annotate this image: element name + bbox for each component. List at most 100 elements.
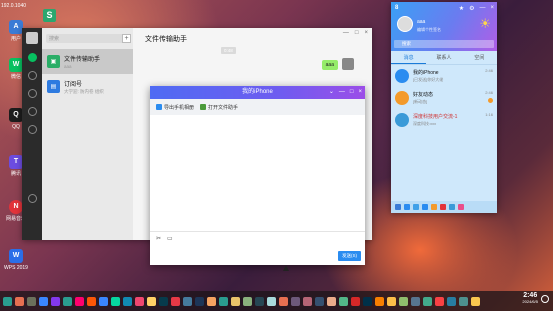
photo-icon — [156, 104, 162, 110]
taskbar-app-icon[interactable] — [75, 296, 84, 306]
qq-header: 8 ★ ⚙ — × aaa 编辑个性签名 ☀ 搜索 — [391, 2, 497, 51]
taskbar-app-icon[interactable] — [279, 296, 288, 306]
gear-icon[interactable]: ⚙ — [469, 5, 474, 12]
taskbar-app-icon[interactable] — [63, 296, 72, 306]
app-grid-icon[interactable] — [458, 204, 464, 210]
taskbar-app-icon[interactable] — [471, 296, 480, 306]
favorites-nav-icon[interactable] — [27, 89, 37, 98]
contacts-nav-icon[interactable] — [27, 71, 37, 80]
taskbar-app-icon[interactable] — [159, 296, 168, 306]
taskbar-app-icon[interactable] — [183, 296, 192, 306]
taskbar-app-icon[interactable] — [219, 296, 228, 306]
open-file-helper-button[interactable]: 打开文件助手 — [200, 104, 238, 111]
dialog-toolbar: 导出手机相册 打开文件助手 — [150, 99, 365, 115]
taskbar-app-icon[interactable] — [303, 296, 312, 306]
menu-icon[interactable] — [395, 204, 401, 210]
taskbar-app-icon[interactable] — [3, 296, 12, 306]
taskbar-app-icon[interactable] — [147, 296, 156, 306]
wechat-search-input[interactable]: 搜索 — [46, 34, 129, 43]
settings-nav-icon[interactable] — [27, 194, 37, 203]
chat-nav-icon[interactable] — [27, 53, 37, 62]
taskbar-app-icon[interactable] — [231, 296, 240, 306]
message-area[interactable] — [150, 115, 365, 232]
tencent-icon: T — [9, 155, 23, 169]
taskbar-app-icon[interactable] — [339, 296, 348, 306]
taskbar-app-icon[interactable] — [87, 296, 96, 306]
taskbar-app-icon[interactable] — [447, 296, 456, 306]
clock[interactable]: 2:46 2024/6/5 — [522, 292, 538, 305]
taskbar-app-icon[interactable] — [111, 296, 120, 306]
maximize-button[interactable]: □ — [350, 86, 354, 99]
close-button[interactable]: × — [358, 86, 362, 99]
close-button[interactable]: × — [364, 30, 368, 36]
my-avatar[interactable] — [342, 58, 354, 70]
chat-item-file-transfer[interactable]: ▣ 文件传输助手 aaa — [42, 49, 133, 74]
taskbar-app-icon[interactable] — [243, 296, 252, 306]
files-nav-icon[interactable] — [27, 107, 37, 116]
game-icon[interactable] — [440, 204, 446, 210]
tab-messages[interactable]: 消息 — [391, 51, 427, 64]
qq-item-preview: 深度科技:xxx — [413, 121, 437, 126]
taskbar-app-icon[interactable] — [39, 296, 48, 306]
wechat-avatar[interactable] — [26, 32, 38, 44]
taskbar-app-icon[interactable] — [387, 296, 396, 306]
qq-signature[interactable]: 编辑个性签名 — [417, 27, 441, 33]
top-app-icon[interactable]: S — [43, 9, 56, 22]
power-icon[interactable] — [541, 295, 549, 303]
system-tray: 2:46 2024/6/5 — [522, 292, 549, 305]
qq-item-friend-feed[interactable]: 好友动态 [新动态] 2:46 — [391, 87, 497, 109]
taskbar-app-icon[interactable] — [399, 296, 408, 306]
send-button[interactable]: 发送(S) — [338, 251, 361, 261]
tab-space[interactable]: 空间 — [462, 51, 497, 64]
tab-contacts[interactable]: 联系人 — [426, 51, 461, 64]
contacts-icon[interactable] — [404, 204, 410, 210]
chat-item-subscriptions[interactable]: ▤ 订阅号 大学迎: 防内卷 组织 — [42, 74, 133, 99]
taskbar-app-icon[interactable] — [15, 296, 24, 306]
taskbar-app-icon[interactable] — [27, 296, 36, 306]
taskbar-app-icon[interactable] — [207, 296, 216, 306]
taskbar-app-icon[interactable] — [195, 296, 204, 306]
star-icon[interactable]: ★ — [459, 5, 464, 12]
taskbar-app-icon[interactable] — [411, 296, 420, 306]
headphones-icon[interactable] — [422, 204, 428, 210]
add-chat-button[interactable]: + — [122, 34, 131, 43]
taskbar-app-icon[interactable] — [267, 296, 276, 306]
taskbar-app-icon[interactable] — [315, 296, 324, 306]
taskbar-app-icon[interactable] — [423, 296, 432, 306]
taskbar-app-icon[interactable] — [171, 296, 180, 306]
qq-nickname[interactable]: aaa — [417, 19, 425, 25]
close-button[interactable]: × — [490, 5, 494, 12]
qq-search-input[interactable]: 搜索 — [394, 40, 494, 48]
moments-nav-icon[interactable] — [27, 125, 37, 134]
taskbar-app-icon[interactable] — [435, 296, 444, 306]
desktop-icon-wps[interactable]: W WPS 2019 — [4, 249, 28, 271]
maximize-button[interactable]: □ — [355, 30, 359, 36]
taskbar-app-icon[interactable] — [123, 296, 132, 306]
folder-icon[interactable] — [413, 204, 419, 210]
taskbar-app-icon[interactable] — [291, 296, 300, 306]
taskbar-app-icon[interactable] — [363, 296, 372, 306]
taskbar-app-icon[interactable] — [255, 296, 264, 306]
qq-avatar[interactable] — [397, 16, 413, 32]
minimize-button[interactable]: — — [479, 5, 485, 12]
taskbar-app-icon[interactable] — [351, 296, 360, 306]
cloud-icon[interactable] — [449, 204, 455, 210]
taskbar-app-icon[interactable] — [135, 296, 144, 306]
taskbar-app-icon[interactable] — [327, 296, 336, 306]
taskbar-app-icon[interactable] — [99, 296, 108, 306]
weather-sun-icon[interactable]: ☀ — [479, 16, 491, 32]
scissors-icon[interactable]: ✂ — [156, 235, 161, 242]
minimize-button[interactable]: — — [343, 30, 349, 36]
taskbar-app-icon[interactable] — [51, 296, 60, 306]
minimize-button[interactable]: — — [339, 86, 345, 99]
export-album-button[interactable]: 导出手机相册 — [156, 104, 194, 111]
taskbar-app-icon[interactable] — [375, 296, 384, 306]
taskbar-app-icon[interactable] — [459, 296, 468, 306]
qq-item-preview: [新动态] — [413, 99, 428, 104]
qq-item-group[interactable]: 深度科技用户交流-1 深度科技:xxx 1:16 — [391, 109, 497, 131]
mail-icon[interactable] — [431, 204, 437, 210]
message-bubble[interactable]: aaa — [321, 60, 338, 70]
qq-item-iphone[interactable]: 我的iPhone [已发送]你好大佬 2:46 — [391, 65, 497, 87]
chevron-down-icon[interactable]: ⌄ — [329, 86, 334, 99]
folder-icon[interactable]: ▭ — [167, 235, 173, 242]
